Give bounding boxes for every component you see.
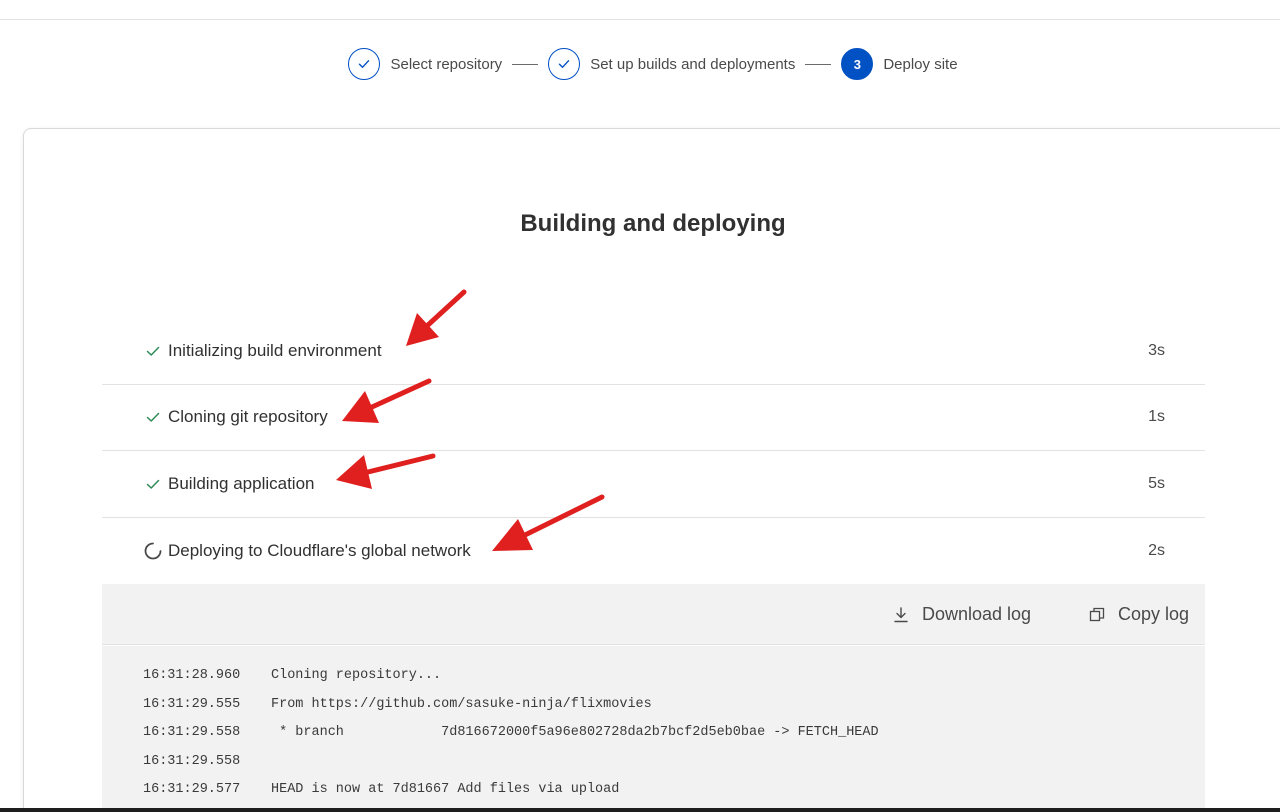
check-icon: [142, 407, 164, 427]
step-select-repository: Select repository: [348, 48, 502, 80]
step-label: Set up builds and deployments: [590, 55, 796, 73]
build-step-duration: 2s: [1148, 541, 1165, 559]
build-step-row: Building application 5s: [102, 451, 1205, 518]
copy-icon: [1088, 606, 1106, 624]
step-connector: [805, 63, 832, 65]
log-text: From https://github.com/sasuke-ninja/fli…: [271, 696, 652, 712]
build-step-duration: 1s: [1148, 408, 1165, 426]
log-timestamp: 16:31:29.555: [143, 696, 241, 712]
log-timestamp: 16:31:28.960: [143, 668, 241, 683]
deploy-stepper: Select repository Set up builds and depl…: [0, 46, 1280, 82]
build-step-label: Building application: [168, 473, 315, 493]
build-step-duration: 5s: [1148, 474, 1165, 492]
taskbar-edge: [0, 808, 1280, 812]
step-number-badge: 3: [841, 48, 874, 80]
download-log-button[interactable]: Download log: [892, 584, 1031, 645]
log-text: HEAD is now at 7d81667 Add files via upl…: [271, 782, 620, 797]
page-title: Building and deploying: [520, 210, 786, 237]
log-timestamp: 16:31:29.558: [143, 753, 241, 769]
log-text: Cloning repository...: [271, 668, 442, 683]
step-set-up-builds: Set up builds and deployments: [548, 48, 795, 80]
log-line: 16:31:29.577 HEAD is now at 7d81667 Add …: [102, 782, 1205, 811]
build-log: 16:31:28.960 Cloning repository... 16:31…: [102, 646, 1205, 812]
copy-log-label: Copy log: [1118, 604, 1190, 624]
check-icon: [142, 341, 164, 361]
step-label: Select repository: [390, 55, 503, 73]
copy-log-button[interactable]: Copy log: [1088, 584, 1189, 645]
build-step-row: Initializing build environment 3s: [102, 318, 1205, 385]
download-icon: [892, 606, 910, 624]
log-timestamp: 16:31:29.577: [143, 782, 241, 797]
log-line: 16:31:29.558: [102, 754, 1205, 783]
log-timestamp: 16:31:29.558: [143, 725, 241, 740]
download-log-label: Download log: [922, 604, 1032, 624]
log-toolbar: Download log Copy log: [102, 584, 1205, 645]
build-step-row: Deploying to Cloudflare's global network…: [102, 518, 1205, 585]
step-complete-check-icon: [348, 48, 381, 80]
log-text: * branch 7d816672000f5a96e802728da2b7bcf…: [271, 725, 879, 740]
build-step-label: Initializing build environment: [168, 340, 382, 360]
build-step-label: Deploying to Cloudflare's global network: [168, 540, 471, 560]
build-step-label: Cloning git repository: [168, 407, 328, 427]
spinner-icon: [142, 541, 164, 561]
top-header-strip: [0, 0, 1280, 20]
check-icon: [142, 474, 164, 494]
build-steps-list: Initializing build environment 3s Clonin…: [102, 318, 1205, 584]
log-line: 16:31:29.558 * branch 7d816672000f5a96e8…: [102, 725, 1205, 754]
step-deploy-site: 3 Deploy site: [841, 48, 958, 80]
build-step-row: Cloning git repository 1s: [102, 385, 1205, 451]
step-label: Deploy site: [883, 55, 958, 73]
step-connector: [512, 63, 539, 65]
log-line: 16:31:29.555 From https://github.com/sas…: [102, 697, 1205, 726]
build-step-duration: 3s: [1148, 341, 1165, 359]
step-complete-check-icon: [548, 48, 581, 80]
log-line: 16:31:28.960 Cloning repository...: [102, 668, 1205, 697]
